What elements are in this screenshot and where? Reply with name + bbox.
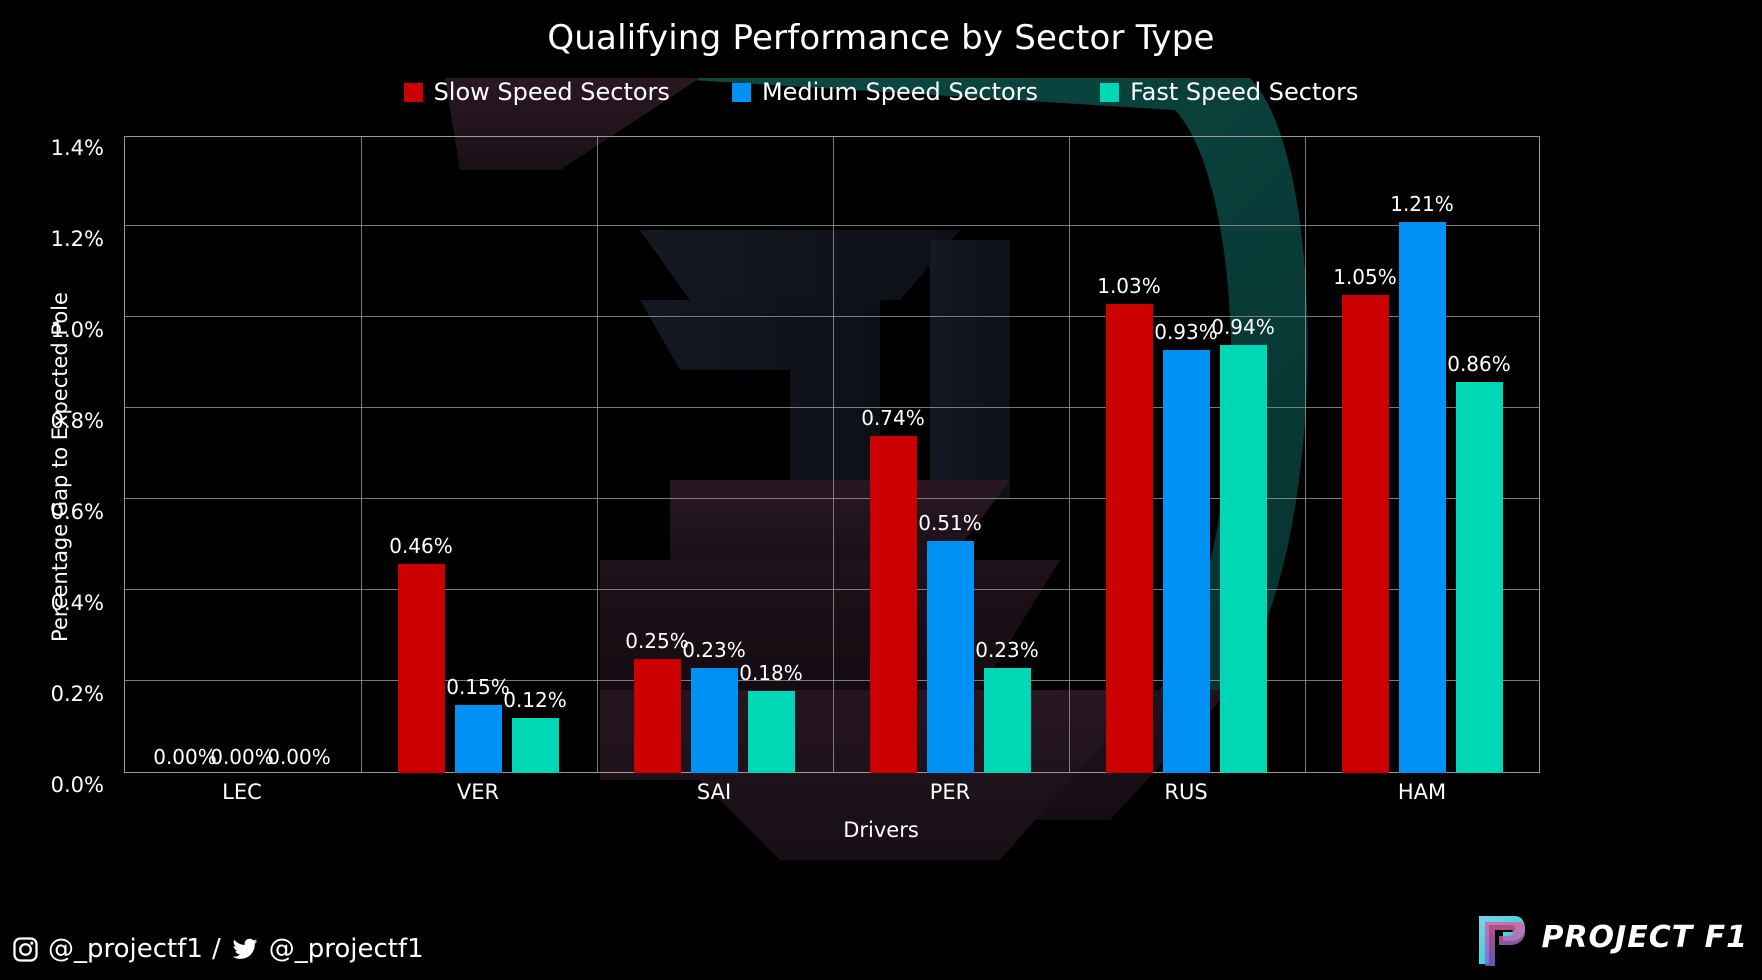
x-tick-label: HAM	[1397, 780, 1447, 804]
footer-social: @_projectf1 / @_projectf1	[12, 934, 424, 964]
bar-slot: 0.12%	[503, 136, 567, 773]
bar[interactable]	[869, 436, 917, 773]
bar-group: 0.00% 0.00% 0.00%	[124, 136, 360, 773]
x-tick-label: VER	[456, 780, 500, 804]
bar-group: 0.25% 0.23% 0.18%	[596, 136, 832, 773]
project-f1-logo-icon	[1479, 916, 1526, 966]
bar-value-label: 0.74%	[861, 406, 925, 431]
bar-slot: 0.23%	[682, 136, 746, 773]
bar-slot: 0.15%	[446, 136, 510, 773]
bar-value-label: 0.23%	[682, 638, 746, 663]
bar-slot: 1.03%	[1097, 136, 1161, 773]
bar-group: 0.74% 0.51% 0.23%	[832, 136, 1068, 773]
bar-value-label: 0.46%	[389, 533, 453, 558]
bar-group: 1.05% 1.21% 0.86%	[1304, 136, 1540, 773]
footer-separator: /	[211, 934, 221, 964]
bar[interactable]	[511, 718, 559, 773]
bar-group: 1.03% 0.93% 0.94%	[1068, 136, 1304, 773]
bar-value-label: 0.15%	[446, 674, 510, 699]
instagram-handle: @_projectf1	[48, 934, 203, 964]
bar-slot: 0.74%	[861, 136, 925, 773]
legend-item-slow[interactable]: Slow Speed Sectors	[403, 78, 670, 106]
bar[interactable]	[454, 704, 502, 773]
bar[interactable]	[1219, 345, 1267, 773]
bar-group: 0.46% 0.15% 0.12%	[360, 136, 596, 773]
bar-value-label: 0.86%	[1447, 351, 1511, 376]
bar-slot: 0.23%	[975, 136, 1039, 773]
footer-brand: PROJECT F1	[1473, 908, 1748, 966]
bar-value-label: 0.23%	[975, 638, 1039, 663]
x-tick-label: RUS	[1164, 780, 1208, 804]
bar-slot: 1.21%	[1390, 136, 1454, 773]
legend-label-fast: Fast Speed Sectors	[1130, 78, 1359, 106]
x-tick-label: LEC	[222, 780, 262, 804]
legend-label-medium: Medium Speed Sectors	[761, 78, 1039, 106]
brand-name: PROJECT F1	[1541, 919, 1748, 955]
bar-slot: 0.00%	[210, 136, 274, 773]
bar[interactable]	[1455, 381, 1503, 773]
bar-slot: 0.25%	[625, 136, 689, 773]
bar-value-label: 0.94%	[1211, 315, 1275, 340]
bar-slot: 0.46%	[389, 136, 453, 773]
bar[interactable]	[1105, 304, 1153, 773]
bar-slot: 0.93%	[1154, 136, 1218, 773]
bar-value-label: 0.25%	[625, 629, 689, 654]
bar-value-label: 0.51%	[918, 510, 982, 535]
legend-swatch-fast	[1100, 82, 1120, 102]
legend-item-fast[interactable]: Fast Speed Sectors	[1100, 78, 1358, 106]
bar-value-label: 0.18%	[739, 661, 803, 686]
bar-slot: 0.00%	[267, 136, 331, 773]
bar-value-label: 1.05%	[1333, 265, 1397, 290]
legend-swatch-slow	[403, 82, 423, 102]
bar[interactable]	[397, 563, 445, 773]
bar-slot: 0.18%	[739, 136, 803, 773]
bar-value-label: 0.00%	[153, 745, 217, 769]
bar[interactable]	[1162, 349, 1210, 773]
twitter-handle: @_projectf1	[268, 934, 424, 964]
bar-slot: 0.51%	[918, 136, 982, 773]
bar-value-label: 1.21%	[1390, 192, 1454, 217]
bar-slot: 0.86%	[1447, 136, 1511, 773]
bar[interactable]	[690, 668, 738, 773]
twitter-icon[interactable]	[230, 936, 260, 963]
bars-layer: 0.00% 0.00% 0.00% 0.46% 0.15% 0.12% 0.25% 0.23%…	[124, 136, 1540, 773]
bar-value-label: 0.93%	[1154, 319, 1218, 344]
bar[interactable]	[926, 540, 974, 773]
legend-swatch-medium	[731, 82, 751, 102]
x-axis-ticks: LEC VER SAI PER RUS HAM	[124, 780, 1540, 820]
bar[interactable]	[633, 659, 681, 773]
bar-value-label: 0.12%	[503, 688, 567, 713]
legend-label-slow: Slow Speed Sectors	[433, 78, 670, 106]
bar-value-label: 0.00%	[210, 745, 274, 769]
x-axis-title: Drivers	[843, 818, 919, 842]
instagram-icon[interactable]	[12, 936, 39, 963]
x-tick-label: PER	[929, 780, 971, 804]
bar-slot: 1.05%	[1333, 136, 1397, 773]
bar[interactable]	[1398, 222, 1446, 773]
bar[interactable]	[1341, 295, 1389, 773]
bar[interactable]	[747, 691, 795, 773]
bar[interactable]	[983, 668, 1031, 773]
x-tick-label: SAI	[696, 780, 732, 804]
bar-slot: 0.00%	[153, 136, 217, 773]
y-axis-ticks: 0.0% 0.2% 0.4% 0.6% 0.8% 1.0% 1.2% 1.4%	[50, 136, 104, 797]
chart-legend: Slow Speed Sectors Medium Speed Sectors …	[0, 78, 1762, 106]
bar-slot: 0.94%	[1211, 136, 1275, 773]
bar-value-label: 0.00%	[267, 745, 331, 769]
legend-item-medium[interactable]: Medium Speed Sectors	[731, 78, 1039, 106]
bar-value-label: 1.03%	[1097, 274, 1161, 299]
chart-title: Qualifying Performance by Sector Type	[547, 18, 1215, 58]
